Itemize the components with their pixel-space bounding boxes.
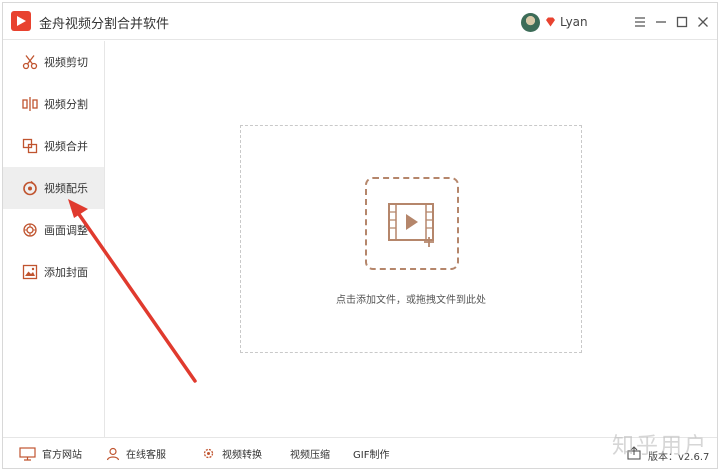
video-compress-label: 视频压缩	[290, 450, 330, 461]
cover-icon	[22, 264, 38, 280]
add-video-icon	[388, 203, 434, 247]
video-convert-link[interactable]: 视频转换	[201, 446, 262, 461]
main-panel: 点击添加文件，或拖拽文件到此处	[106, 41, 717, 437]
username[interactable]: Lyan	[560, 15, 588, 29]
online-support-label: 在线客服	[126, 450, 166, 461]
split-icon	[22, 97, 38, 111]
title-bar: 金舟视频分割合并软件 Lyan	[3, 3, 717, 40]
menu-icon[interactable]	[633, 15, 647, 29]
video-compress-link[interactable]: 视频压缩	[290, 446, 330, 461]
video-convert-label: 视频转换	[222, 450, 262, 461]
file-drop-zone[interactable]: 点击添加文件，或拖拽文件到此处	[240, 125, 582, 353]
watermark-text: 知乎用户	[612, 434, 709, 459]
vip-diamond-icon	[546, 17, 555, 27]
maximize-icon[interactable]	[675, 15, 689, 29]
avatar[interactable]	[521, 13, 540, 32]
user-support-icon	[106, 447, 120, 460]
sidebar-item-add-cover[interactable]: 添加封面	[3, 251, 104, 293]
scissors-icon	[22, 55, 38, 70]
sidebar-item-video-merge[interactable]: 视频合并	[3, 125, 104, 167]
gif-maker-label: GIF制作	[353, 450, 390, 461]
official-website-link[interactable]: 官方网站	[19, 446, 82, 461]
sidebar-item-label: 画面调整	[44, 224, 88, 237]
sidebar-item-video-music[interactable]: 视频配乐	[3, 167, 104, 209]
music-icon	[23, 180, 37, 196]
sidebar-item-picture-adjust[interactable]: 画面调整	[3, 209, 104, 251]
app-logo-icon	[11, 11, 31, 31]
sidebar: 视频剪切 视频分割 视频合并 视频配乐 画面调整 添加封面	[3, 41, 105, 437]
sidebar-item-label: 视频分割	[44, 98, 88, 111]
sidebar-item-label: 视频剪切	[44, 56, 88, 69]
adjust-icon	[23, 223, 37, 237]
gear-icon	[203, 448, 214, 459]
minimize-icon[interactable]	[654, 15, 668, 29]
official-website-label: 官方网站	[42, 450, 82, 461]
sidebar-item-video-split[interactable]: 视频分割	[3, 83, 104, 125]
monitor-icon	[19, 446, 36, 461]
close-icon[interactable]	[696, 15, 710, 29]
sidebar-item-label: 视频合并	[44, 140, 88, 153]
sidebar-item-video-cut[interactable]: 视频剪切	[3, 41, 104, 83]
app-window: 金舟视频分割合并软件 Lyan 视频剪切 视频分割 视频合并 视频配乐 画面调整…	[2, 2, 718, 469]
footer-bar: 官方网站 在线客服 视频转换 视频压缩 GIF制作 版本：v2.6.7	[3, 437, 717, 468]
merge-icon	[22, 138, 38, 154]
drop-hint-text: 点击添加文件，或拖拽文件到此处	[336, 295, 486, 306]
sidebar-item-label: 视频配乐	[44, 182, 88, 195]
add-video-button[interactable]	[365, 177, 459, 270]
online-support-link[interactable]: 在线客服	[106, 446, 166, 461]
sidebar-item-label: 添加封面	[44, 266, 88, 279]
app-title: 金舟视频分割合并软件	[39, 17, 170, 32]
gif-maker-link[interactable]: GIF制作	[353, 446, 389, 461]
